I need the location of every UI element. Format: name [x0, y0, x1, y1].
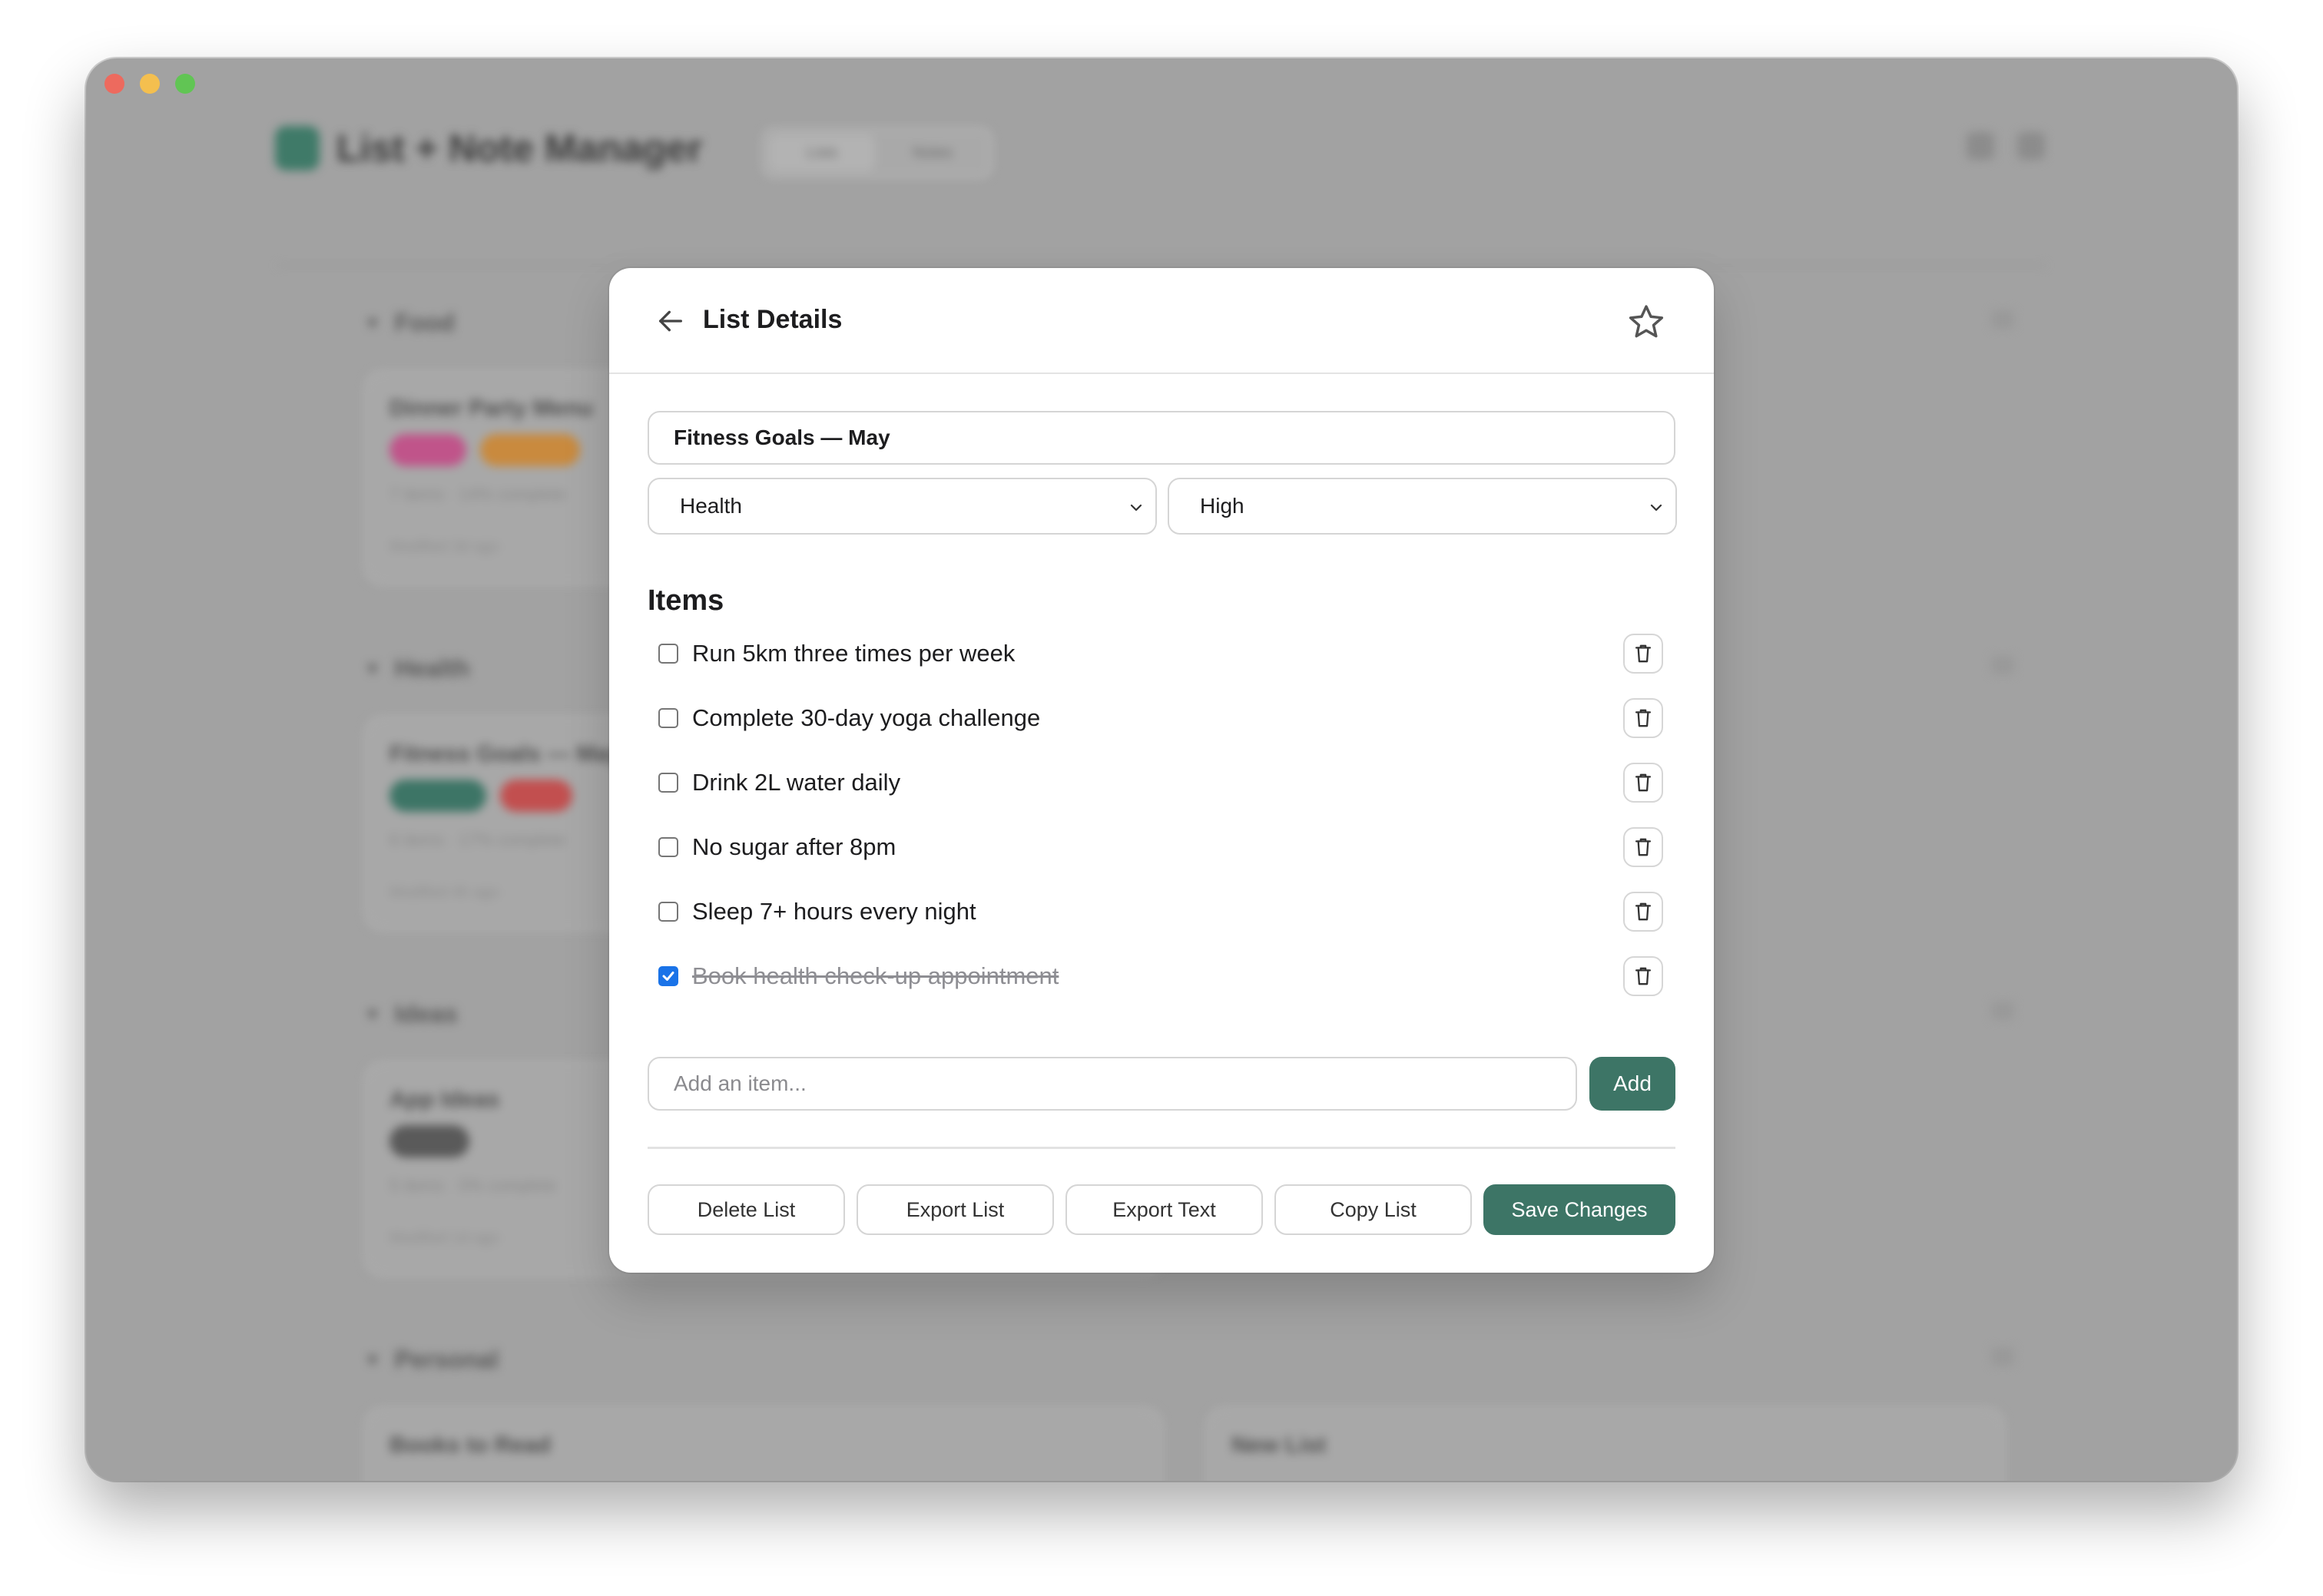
window-controls: [104, 74, 195, 94]
back-button[interactable]: [655, 306, 686, 336]
item-text: Sleep 7+ hours every night: [692, 898, 976, 925]
list-item: Run 5km three times per week: [648, 631, 1675, 677]
tag-pill: [480, 434, 580, 466]
chevron-down-icon: [1130, 504, 1142, 512]
star-outline-icon: [1629, 305, 1664, 338]
app-title: List + Note Manager: [336, 127, 703, 170]
trash-icon: [1635, 967, 1652, 985]
favorite-button[interactable]: [1626, 302, 1666, 342]
footer-divider: [648, 1147, 1675, 1149]
chevron-down-icon: [1650, 504, 1662, 512]
section-title: Ideas: [394, 1000, 458, 1028]
section-title: Health: [394, 654, 470, 682]
section-count-badge: [1991, 1002, 2014, 1020]
delete-item-button[interactable]: [1623, 698, 1663, 738]
view-toggle[interactable]: Lists Notes: [762, 127, 992, 178]
tag-pill: [389, 434, 466, 466]
list-card[interactable]: New List: [1206, 1407, 2005, 1481]
window-close-button[interactable]: [104, 74, 124, 94]
delete-item-button[interactable]: [1623, 827, 1663, 867]
tab-lists[interactable]: Lists: [769, 134, 875, 171]
tag-pill: [389, 1125, 469, 1157]
settings-icon[interactable]: [2017, 132, 2045, 160]
add-item-button[interactable]: Add: [1589, 1057, 1675, 1111]
delete-item-button[interactable]: [1623, 634, 1663, 674]
tag-pill: [389, 780, 486, 812]
app-logo-icon: [275, 126, 320, 171]
trash-icon: [1635, 838, 1652, 856]
delete-item-button[interactable]: [1623, 892, 1663, 932]
header-actions: [1967, 132, 2045, 160]
app-header: List + Note Manager: [275, 126, 703, 171]
section-title: Food: [394, 309, 455, 336]
item-text: Drink 2L water daily: [692, 769, 901, 796]
trash-icon: [1635, 902, 1652, 921]
collapse-triangle-icon: ▼: [364, 313, 381, 333]
item-checkbox[interactable]: [658, 966, 678, 986]
section-personal: ▼ Personal Books to Read New List: [364, 1346, 2014, 1481]
trash-icon: [1635, 644, 1652, 663]
item-checkbox[interactable]: [658, 773, 678, 793]
trash-icon: [1635, 709, 1652, 727]
tag-pill: [500, 780, 572, 812]
modal-header: List Details: [609, 268, 1714, 374]
header-divider: [278, 264, 2045, 267]
category-select-value: Health: [680, 494, 742, 518]
trash-icon: [1635, 773, 1652, 792]
priority-select[interactable]: High: [1168, 478, 1677, 535]
expand-icon[interactable]: [1967, 132, 1994, 160]
list-item: No sugar after 8pm: [648, 824, 1675, 870]
list-item: Sleep 7+ hours every night: [648, 889, 1675, 935]
delete-item-button[interactable]: [1623, 956, 1663, 996]
list-item: Book health check-up appointment: [648, 953, 1675, 999]
item-checkbox[interactable]: [658, 644, 678, 664]
list-card[interactable]: Books to Read: [364, 1407, 1163, 1481]
delete-list-button[interactable]: Delete List: [648, 1184, 845, 1235]
delete-item-button[interactable]: [1623, 763, 1663, 803]
item-checkbox[interactable]: [658, 837, 678, 857]
item-text: Book health check-up appointment: [692, 962, 1059, 989]
section-header[interactable]: ▼ Personal: [364, 1346, 2014, 1374]
card-title: Books to Read: [389, 1432, 552, 1458]
item-checkbox[interactable]: [658, 902, 678, 922]
collapse-triangle-icon: ▼: [364, 658, 381, 678]
arrow-left-icon: [659, 310, 682, 332]
priority-select-value: High: [1200, 494, 1244, 518]
card-title: New List: [1231, 1432, 1327, 1458]
section-count-badge: [1991, 310, 2014, 329]
list-item: Drink 2L water daily: [648, 760, 1675, 806]
collapse-triangle-icon: ▼: [364, 1004, 381, 1024]
save-changes-button[interactable]: Save Changes: [1483, 1184, 1675, 1235]
section-count-badge: [1991, 656, 2014, 674]
item-text: Run 5km three times per week: [692, 640, 1016, 667]
add-item-input[interactable]: [648, 1057, 1577, 1111]
export-text-button[interactable]: Export Text: [1065, 1184, 1263, 1235]
export-list-button[interactable]: Export List: [857, 1184, 1054, 1235]
modal-title: List Details: [703, 305, 843, 334]
list-details-modal: List Details Health High Items Run 5km t…: [609, 268, 1714, 1273]
section-title: Personal: [394, 1346, 499, 1373]
category-select[interactable]: Health: [648, 478, 1157, 535]
tab-notes[interactable]: Notes: [880, 134, 986, 171]
window-minimize-button[interactable]: [140, 74, 160, 94]
copy-list-button[interactable]: Copy List: [1274, 1184, 1472, 1235]
window-maximize-button[interactable]: [175, 74, 195, 94]
items-heading: Items: [648, 584, 724, 617]
collapse-triangle-icon: ▼: [364, 1349, 381, 1369]
item-checkbox[interactable]: [658, 708, 678, 728]
item-text: Complete 30-day yoga challenge: [692, 704, 1041, 731]
list-name-input[interactable]: [648, 411, 1675, 465]
item-text: No sugar after 8pm: [692, 833, 896, 860]
list-item: Complete 30-day yoga challenge: [648, 695, 1675, 741]
section-count-badge: [1991, 1347, 2014, 1366]
